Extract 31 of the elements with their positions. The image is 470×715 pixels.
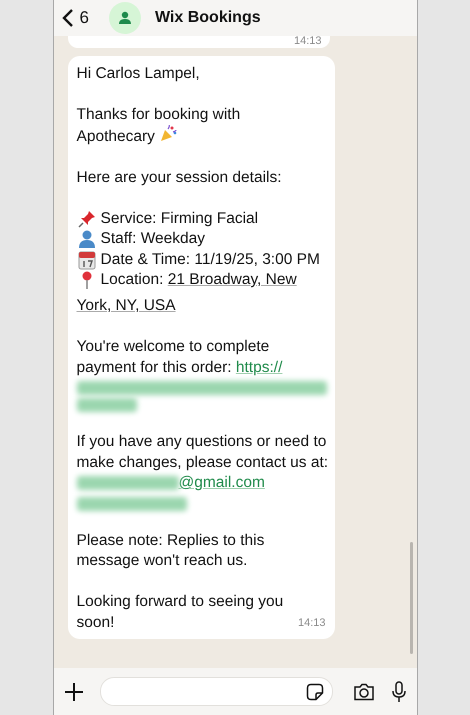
address-link[interactable]: York, NY, USA — [76, 296, 176, 317]
message-text: Please note: Replies to this message won't reach us. — [76, 531, 266, 572]
message-text: Here are your session details: — [76, 168, 283, 188]
party-popper-icon — [159, 125, 178, 144]
avatar[interactable] — [108, 2, 141, 34]
message-input[interactable] — [100, 677, 332, 706]
detail-text: Staff: Weekday — [100, 229, 206, 250]
message-text: Hi Carlos Lampel, — [76, 64, 201, 84]
back-icon[interactable] — [62, 8, 74, 28]
message-time: 14:13 — [294, 36, 322, 47]
sticker-icon[interactable] — [306, 682, 324, 700]
person-icon — [76, 229, 96, 250]
calendar-icon — [76, 250, 96, 270]
detail-text: Service: Firming Facial — [100, 208, 258, 229]
address-link[interactable]: 21 Broadway, New — [168, 270, 297, 290]
chat-title[interactable]: Wix Bookings — [154, 9, 261, 27]
message-text: Apothecary — [76, 128, 155, 146]
detail-text: Location: — [100, 270, 164, 290]
message-text: You're welcome to complete payment for this order: https:// — [76, 337, 284, 378]
plus-icon[interactable] — [64, 682, 84, 702]
message-text: Looking forward to seeing you soon! — [76, 592, 284, 633]
message-text: Thanks for booking with — [76, 106, 240, 123]
payment-link[interactable]: https:// — [236, 358, 282, 376]
message-time: 14:13 — [298, 616, 326, 631]
microphone-icon[interactable] — [390, 680, 406, 702]
unread-count[interactable]: 6 — [80, 8, 89, 28]
camera-icon[interactable] — [352, 682, 374, 700]
pushpin-icon — [76, 208, 96, 229]
message-text: If you have any questions or need to make changes, please contact us at: — [76, 432, 330, 473]
email-link[interactable]: @gmail.com — [178, 473, 265, 494]
detail-text: Date & Time: 11/19/25, 3:00 PM — [100, 250, 320, 270]
